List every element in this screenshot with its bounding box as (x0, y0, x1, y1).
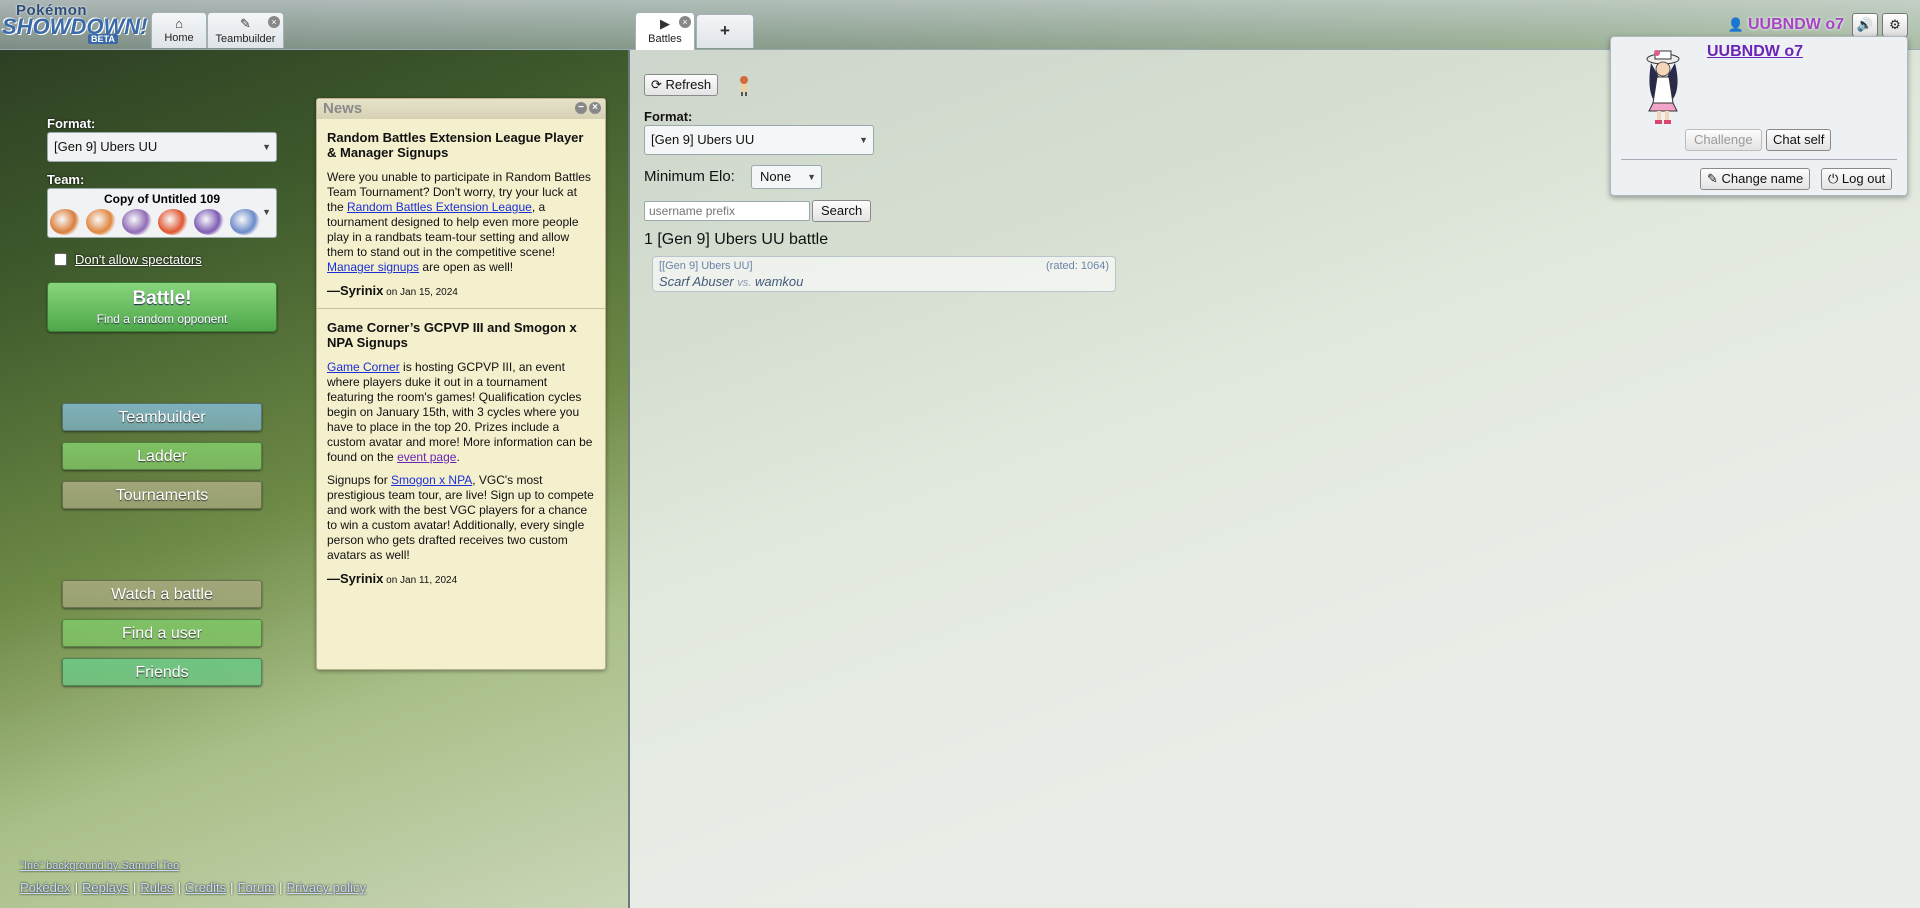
tournaments-button[interactable]: Tournaments (62, 481, 262, 509)
format-label: Format: (47, 116, 96, 131)
challenge-button[interactable]: Challenge (1685, 129, 1762, 151)
sound-icon[interactable]: 🔊 (1852, 13, 1878, 37)
pokemon-icon (86, 209, 116, 235)
news-link[interactable]: Manager signups (327, 260, 419, 274)
background-credit: "Irie" background by Samuel Teo (20, 860, 179, 872)
battles-format-select[interactable]: [Gen 9] Ubers UU ▼ (644, 125, 874, 155)
battle-players: Scarf Abuser vs. wamkou (659, 274, 804, 289)
team-select[interactable]: Copy of Untitled 109 ▼ (47, 188, 277, 238)
trainer-sprite-icon (737, 75, 751, 97)
username-prefix-input[interactable] (644, 201, 810, 221)
friends-button[interactable]: Friends (62, 658, 262, 686)
change-name-button[interactable]: ✎ Change name (1700, 168, 1811, 190)
battle-button[interactable]: Battle! Find a random opponent (47, 282, 277, 332)
home-icon: ⌂ (175, 16, 183, 31)
pokemon-icon (230, 209, 260, 235)
min-elo-label: Minimum Elo: (644, 168, 735, 185)
power-icon: ⏻ (1828, 171, 1839, 186)
footer-link-credits[interactable]: Credits (185, 880, 226, 895)
team-label: Team: (47, 172, 85, 187)
tab-home[interactable]: ⌂ Home (151, 12, 207, 48)
header-user-area: 👤 UUBNDW o7 🔊 ⚙ (1728, 13, 1908, 37)
battle-format: [[Gen 9] Ubers UU] (659, 260, 753, 272)
watch-battle-button[interactable]: Watch a battle (62, 580, 262, 608)
log-out-button[interactable]: ⏻ Log out (1821, 168, 1893, 190)
news-title: Random Battles Extension League Player &… (327, 130, 584, 160)
battle-list-item[interactable]: [[Gen 9] Ubers UU] (rated: 1064) Scarf A… (652, 256, 1116, 292)
battles-format-label: Format: (644, 109, 693, 124)
min-elo-select[interactable]: None ▼ (751, 165, 822, 189)
no-spectators-checkbox[interactable] (54, 253, 67, 266)
username-link[interactable]: UUBNDW o7 (1748, 16, 1844, 34)
news-link[interactable]: Game Corner (327, 360, 400, 374)
footer-link-privacy[interactable]: Privacy policy (287, 880, 366, 895)
user-icon: 👤 (1727, 17, 1744, 32)
close-icon[interactable]: × (268, 16, 280, 28)
minimize-icon[interactable]: − (575, 102, 587, 114)
chevron-down-icon: ▼ (262, 207, 271, 217)
news-body: Were you unable to participate in Random… (327, 170, 591, 274)
gear-icon[interactable]: ⚙ (1882, 13, 1908, 37)
popup-username[interactable]: UUBNDW o7 (1707, 43, 1803, 61)
news-link[interactable]: Random Battles Extension League (347, 200, 532, 214)
tab-battles[interactable]: ▶ Battles × (635, 12, 695, 50)
user-popup: UUBNDW o7 Challenge Chat self ✎ Change n… (1610, 36, 1908, 196)
news-header: News − × (317, 99, 605, 119)
news-panel: News − × Random Battles Extension League… (316, 98, 606, 670)
plus-icon: + (720, 21, 730, 40)
no-spectators-option[interactable]: Don't allow spectators (54, 252, 202, 267)
edit-icon: ✎ (1707, 171, 1718, 186)
search-button[interactable]: Search (812, 200, 872, 222)
refresh-icon: ⟳ (651, 77, 662, 92)
footer-link-forum[interactable]: Forum (238, 880, 276, 895)
pokemon-icon (194, 209, 224, 235)
showdown-logo[interactable]: Pokémon SHOWDOWN! BETA (2, 2, 148, 46)
news-byline: —Syrinix on Jan 15, 2024 (327, 283, 458, 298)
news-link[interactable]: event page (397, 450, 456, 464)
popup-divider (1621, 159, 1897, 160)
footer-link-rules[interactable]: Rules (140, 880, 173, 895)
format-select[interactable]: [Gen 9] Ubers UU ▼ (47, 132, 277, 162)
background-credit-link[interactable]: "Irie" background by Samuel Teo (20, 860, 179, 872)
pokemon-icon (50, 209, 80, 235)
tab-new[interactable]: + (696, 14, 754, 48)
close-icon[interactable]: × (679, 16, 691, 28)
battle-rating: (rated: 1064) (1046, 260, 1109, 272)
footer-link-pokedex[interactable]: Pokédex (20, 880, 71, 895)
chevron-down-icon: ▼ (859, 135, 868, 145)
footer-links: Pokédex | Replays | Rules | Credits | Forum | Priv… (20, 880, 366, 895)
news-item: Random Battles Extension League Player &… (317, 119, 605, 308)
trainer-avatar (1633, 47, 1693, 127)
chevron-down-icon: ▼ (262, 142, 271, 152)
close-icon[interactable]: × (589, 102, 601, 114)
battle-count: 1 [Gen 9] Ubers UU battle (644, 231, 829, 248)
find-user-button[interactable]: Find a user (62, 619, 262, 647)
pokemon-icon (122, 209, 152, 235)
news-link[interactable]: Smogon x NPA (391, 473, 472, 487)
footer-link-replays[interactable]: Replays (82, 880, 129, 895)
news-item: Game Corner’s GCPVP III and Smogon x NPA… (317, 308, 605, 596)
tab-teambuilder[interactable]: ✎ Teambuilder × (207, 12, 284, 48)
team-name: Copy of Untitled 109 (103, 192, 220, 206)
chat-self-button[interactable]: Chat self (1766, 129, 1832, 151)
news-body: Signups for Smogon x NPA, VGC's most pre… (327, 473, 594, 562)
chevron-down-icon: ▼ (807, 172, 816, 182)
news-title: Game Corner’s GCPVP III and Smogon x NPA… (327, 320, 577, 350)
news-body: Game Corner is hosting GCPVP III, an eve… (327, 360, 593, 464)
team-pokemon-icons (48, 209, 276, 235)
teambuilder-button[interactable]: Teambuilder (62, 403, 262, 431)
refresh-button[interactable]: ⟳ Refresh (644, 74, 719, 96)
pokemon-icon (158, 209, 188, 235)
ladder-button[interactable]: Ladder (62, 442, 262, 470)
news-byline: —Syrinix on Jan 11, 2024 (327, 571, 458, 586)
